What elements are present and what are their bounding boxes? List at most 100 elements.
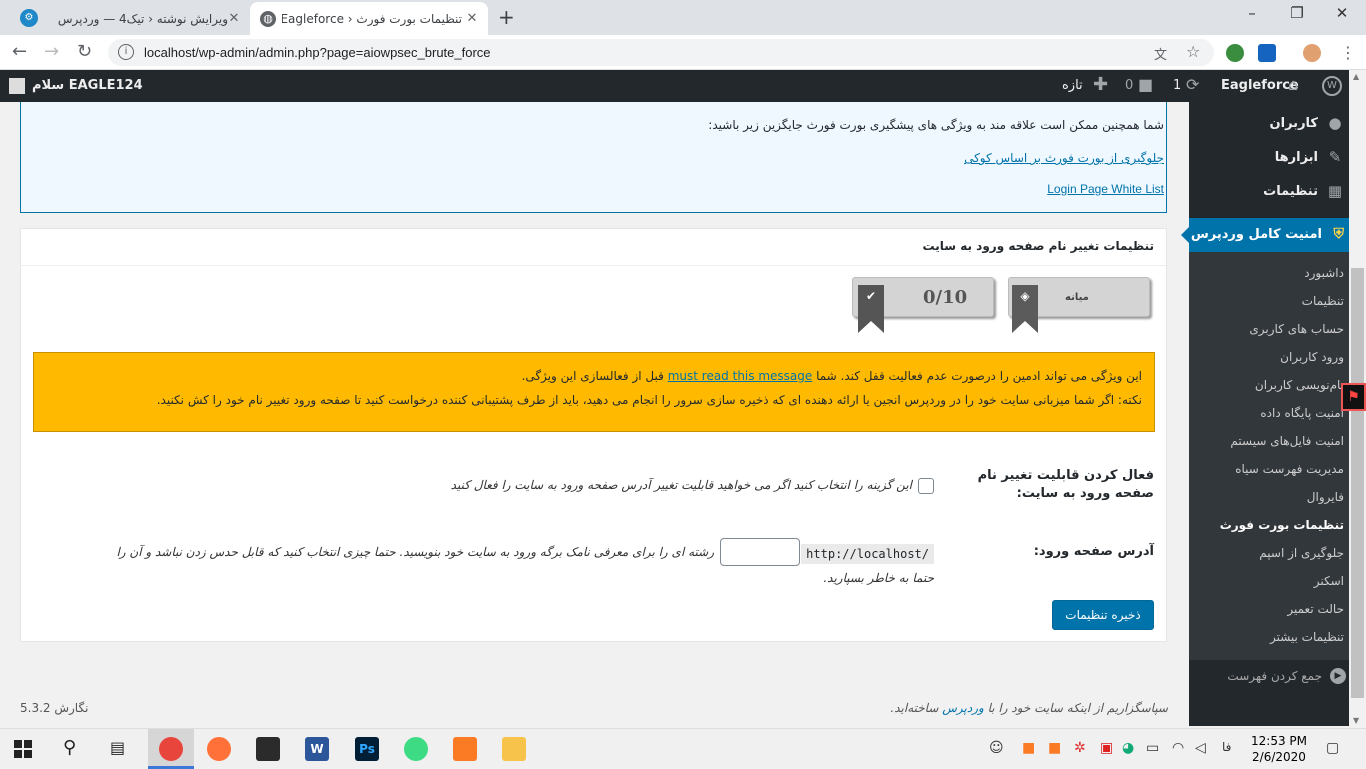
collapse-menu-button[interactable]: ▶ جمع کردن فهرست bbox=[1227, 668, 1346, 684]
submenu-brute-force[interactable]: تنظیمات بورت فورث bbox=[1220, 518, 1344, 532]
chrome-menu-icon[interactable]: ⋮ bbox=[1340, 43, 1356, 62]
people-icon[interactable]: ☺ bbox=[989, 740, 1004, 756]
save-settings-button[interactable]: ذخیره تنظیمات bbox=[1052, 600, 1154, 630]
submenu-spam-prevention[interactable]: جلوگیری از اسپم bbox=[1259, 546, 1344, 560]
submenu-user-login[interactable]: ورود کاربران bbox=[1280, 350, 1344, 364]
sidebar-item-label: کاربران bbox=[1269, 115, 1318, 131]
alternative-features-notice: شما همچنین ممکن است علاقه مند به ویژگی ه… bbox=[20, 102, 1167, 213]
firefox-taskbar-icon[interactable] bbox=[207, 737, 231, 761]
scroll-up-icon[interactable]: ▲ bbox=[1353, 72, 1359, 81]
submenu-user-registration[interactable]: نام‌نویسی کاربران bbox=[1255, 378, 1344, 392]
translate-icon[interactable]: 文 bbox=[1154, 44, 1167, 63]
tab-edit-post[interactable]: ✕ ویرایش نوشته ‹ تیک4 — وردپرس bbox=[48, 2, 248, 35]
submenu-settings[interactable]: تنظیمات bbox=[1302, 294, 1344, 308]
tray-red-icon[interactable]: ▣ bbox=[1100, 740, 1113, 756]
notification-icon[interactable]: ▢ bbox=[1326, 740, 1339, 756]
avatar[interactable] bbox=[1303, 44, 1321, 62]
info-icon[interactable]: i bbox=[118, 44, 134, 60]
chrome-taskbar-icon[interactable] bbox=[159, 737, 183, 761]
scroll-down-icon[interactable]: ▼ bbox=[1353, 716, 1359, 725]
security-level-label: میانه bbox=[1065, 292, 1089, 303]
avatar[interactable] bbox=[9, 78, 25, 94]
submenu-firewall[interactable]: فایروال bbox=[1307, 490, 1344, 504]
browser-menu-icon[interactable]: ⚙ bbox=[20, 9, 38, 27]
cookie-based-brute-force-link[interactable]: جلوگیری از بورت فورث بر اساس کوکی bbox=[964, 151, 1164, 165]
admin-greeting[interactable]: سلام EAGLE124 bbox=[32, 78, 143, 93]
tray-tool-icon[interactable]: ✲ bbox=[1074, 740, 1086, 756]
file-explorer-taskbar-icon[interactable] bbox=[502, 737, 526, 761]
url-text: localhost/wp-admin/admin.php?page=aiowps… bbox=[144, 45, 491, 60]
sidebar-item-label: ابزارها bbox=[1274, 149, 1318, 165]
task-view-icon[interactable]: ▤ bbox=[110, 738, 125, 757]
warning-line-2: نکته: اگر شما میزبانی سایت خود را در ورد… bbox=[156, 393, 1142, 407]
reload-icon[interactable]: ↻ bbox=[77, 41, 92, 62]
tab-title: ویرایش نوشته ‹ تیک4 — وردپرس bbox=[58, 11, 228, 26]
restore-icon[interactable]: ❐ bbox=[1282, 4, 1312, 22]
bookmark-star-icon[interactable]: ☆ bbox=[1186, 42, 1200, 61]
tray-app-icon[interactable]: ■ bbox=[1048, 740, 1061, 756]
must-read-link[interactable]: must read this message bbox=[668, 369, 813, 383]
sidebar-item-wp-security[interactable]: ⛨ امنیت کامل وردپرس bbox=[1181, 218, 1356, 252]
new-content-label[interactable]: تازه bbox=[1062, 78, 1083, 93]
footer-thanks: سپاسگزاریم از اینکه سایت خود را با وردپر… bbox=[872, 701, 1168, 715]
submenu-filesystem-security[interactable]: امنیت فایل‌های سیستم bbox=[1230, 434, 1344, 448]
new-tab-button[interactable]: + bbox=[498, 6, 515, 28]
photoshop-taskbar-icon[interactable]: Ps bbox=[355, 737, 379, 761]
submenu-misc[interactable]: تنظیمات بیشتر bbox=[1270, 630, 1344, 644]
omnibox[interactable]: i localhost/wp-admin/admin.php?page=aiow… bbox=[108, 39, 1214, 66]
submenu-database-security[interactable]: امنیت پایگاه داده bbox=[1260, 406, 1344, 420]
submenu-blacklist[interactable]: مدیریت فهرست سیاه bbox=[1235, 462, 1344, 476]
tab-close-icon[interactable]: ✕ bbox=[226, 11, 242, 26]
sidebar-item-users[interactable]: ● کاربران bbox=[1270, 114, 1344, 132]
minimize-icon[interactable]: – bbox=[1237, 4, 1267, 22]
sidebar-item-label: تنظیمات bbox=[1263, 183, 1318, 199]
back-icon[interactable]: ← bbox=[12, 41, 27, 62]
search-icon[interactable]: ⚲ bbox=[63, 737, 76, 758]
battery-icon[interactable]: ▭ bbox=[1146, 740, 1159, 756]
extension-download-icon[interactable] bbox=[1258, 44, 1276, 62]
warning-text-a: این ویژگی می تواند ادمین را درصورت عدم ف… bbox=[816, 369, 1142, 383]
sidebar-item-settings[interactable]: ▦ تنظیمات bbox=[1263, 182, 1344, 200]
submenu-user-accounts[interactable]: حساب های کاربری bbox=[1249, 322, 1344, 336]
wordpress-link[interactable]: وردپرس bbox=[942, 701, 984, 715]
notepad-taskbar-icon[interactable] bbox=[256, 737, 280, 761]
submenu-dashboard[interactable]: داشبورد bbox=[1304, 266, 1344, 280]
tab-close-icon[interactable]: ✕ bbox=[464, 11, 480, 26]
windows-taskbar: ⚲ ▤ W Ps ☺ ■ ■ ✲ ▣ ◕ ▭ ◠ ◁ فا 12:53 PM 2… bbox=[0, 728, 1366, 769]
submenu-scanner[interactable]: اسکنر bbox=[1314, 574, 1344, 588]
wordpress-logo-icon[interactable]: W bbox=[1322, 76, 1342, 96]
xampp-tray-icon[interactable]: ■ bbox=[1022, 740, 1035, 756]
android-studio-taskbar-icon[interactable] bbox=[404, 737, 428, 761]
windows-start-icon[interactable] bbox=[14, 740, 32, 758]
volume-icon[interactable]: ◁ bbox=[1195, 740, 1206, 756]
login-slug-input[interactable] bbox=[720, 538, 800, 566]
comments-count[interactable]: 0 bbox=[1125, 78, 1133, 93]
tray-network-globe-icon[interactable]: ◕ bbox=[1122, 740, 1134, 756]
collapse-label: جمع کردن فهرست bbox=[1227, 669, 1322, 683]
enable-rename-description: این گزینه را انتخاب کنید اگر می خواهید ق… bbox=[450, 478, 912, 492]
extension-globe-icon[interactable] bbox=[1226, 44, 1244, 62]
xampp-taskbar-icon[interactable] bbox=[453, 737, 477, 761]
notice-intro: شما همچنین ممکن است علاقه مند به ویژگی ه… bbox=[708, 118, 1164, 132]
address-bar: ← → ↻ i localhost/wp-admin/admin.php?pag… bbox=[0, 35, 1366, 70]
updates-count[interactable]: 1 bbox=[1173, 78, 1181, 93]
close-window-icon[interactable]: ✕ bbox=[1327, 4, 1357, 22]
word-taskbar-icon[interactable]: W bbox=[305, 737, 329, 761]
login-url-description-2: حتما به خاطر بسپارید. bbox=[823, 571, 934, 585]
admin-sidebar: ● کاربران ✎ ابزارها ▦ تنظیمات ⛨ امنیت کا… bbox=[1181, 102, 1356, 726]
floating-widget-icon[interactable]: ⚑ bbox=[1341, 383, 1366, 411]
clock-time: 12:53 PM bbox=[1251, 734, 1307, 748]
settings-icon: ▦ bbox=[1327, 182, 1343, 200]
sidebar-item-tools[interactable]: ✎ ابزارها bbox=[1275, 148, 1344, 166]
tab-brute-force[interactable]: ◍ تنظیمات بورت فورث ‹ Eagleforce ‹ ✕ bbox=[250, 2, 488, 35]
collapse-arrow-icon: ▶ bbox=[1330, 668, 1346, 684]
security-score: 0/10 bbox=[923, 287, 968, 308]
scrollbar-thumb[interactable] bbox=[1351, 268, 1364, 698]
clock[interactable]: 12:53 PM 2/6/2020 bbox=[1249, 733, 1309, 765]
submenu-maintenance[interactable]: حالت تعمیر bbox=[1287, 602, 1344, 616]
enable-rename-checkbox[interactable] bbox=[918, 478, 934, 494]
wifi-icon[interactable]: ◠ bbox=[1172, 740, 1184, 756]
input-language[interactable]: فا bbox=[1222, 740, 1231, 754]
forward-icon[interactable]: → bbox=[44, 41, 59, 62]
login-whitelist-link[interactable]: Login Page White List bbox=[1047, 182, 1164, 196]
